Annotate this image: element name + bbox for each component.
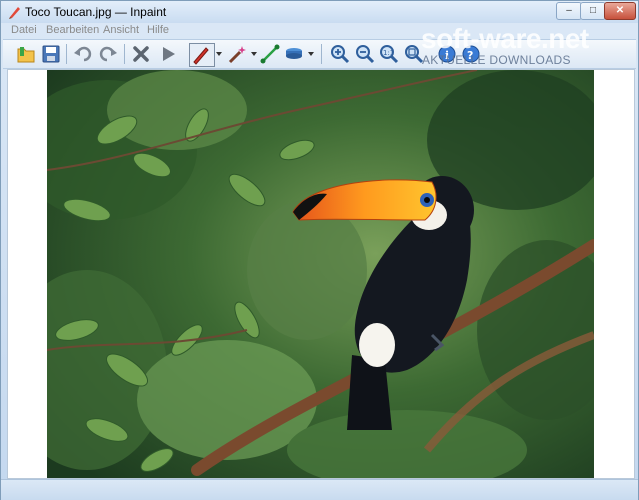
layers-icon[interactable] [283,43,305,65]
play-icon[interactable] [157,43,179,65]
watermark-brand: soft-ware.net [421,23,589,54]
minimize-button[interactable]: – [556,2,582,20]
toolbar-separator [124,44,125,64]
erase-icon[interactable] [130,43,152,65]
undo-icon[interactable] [72,43,94,65]
status-bar [1,479,638,500]
menu-datei[interactable]: Datei [11,24,37,36]
menu-hilfe[interactable]: Hilfe [147,24,169,36]
marker-icon[interactable] [189,43,215,67]
watermark: soft-ware.net AKTUELLE DOWNLOADS [421,23,631,69]
open-icon[interactable] [15,43,37,65]
magic-wand-icon[interactable] [227,43,249,65]
title-bar[interactable]: Toco Toucan.jpg — Inpaint – □ ✕ [1,1,638,23]
toucan-photo[interactable] [47,70,594,478]
zoom-in-icon[interactable] [329,43,351,65]
chevron-down-icon[interactable] [308,52,314,56]
chevron-down-icon[interactable] [216,52,222,56]
menu-bearbeiten[interactable]: Bearbeiten [46,24,99,36]
chevron-down-icon[interactable] [251,52,257,56]
redo-icon[interactable] [97,43,119,65]
toolbar-separator [66,44,67,64]
menu-ansicht[interactable]: Ansicht [103,24,139,36]
image-canvas[interactable] [7,69,635,479]
inpaint-app-icon [9,7,20,19]
svg-text:1:1: 1:1 [383,49,394,57]
toolbar-separator [321,44,322,64]
close-button[interactable]: ✕ [604,2,636,20]
toucan-image [47,70,594,478]
window-title: Toco Toucan.jpg — Inpaint [25,5,167,19]
save-icon[interactable] [40,43,62,65]
zoom-out-icon[interactable] [354,43,376,65]
app-window: Toco Toucan.jpg — Inpaint – □ ✕ Datei Be… [0,0,639,500]
maximize-button[interactable]: □ [580,2,606,20]
line-icon[interactable] [259,43,281,65]
zoom-actual-icon[interactable]: 1:1 [378,43,400,65]
watermark-subtitle: AKTUELLE DOWNLOADS [422,53,571,67]
